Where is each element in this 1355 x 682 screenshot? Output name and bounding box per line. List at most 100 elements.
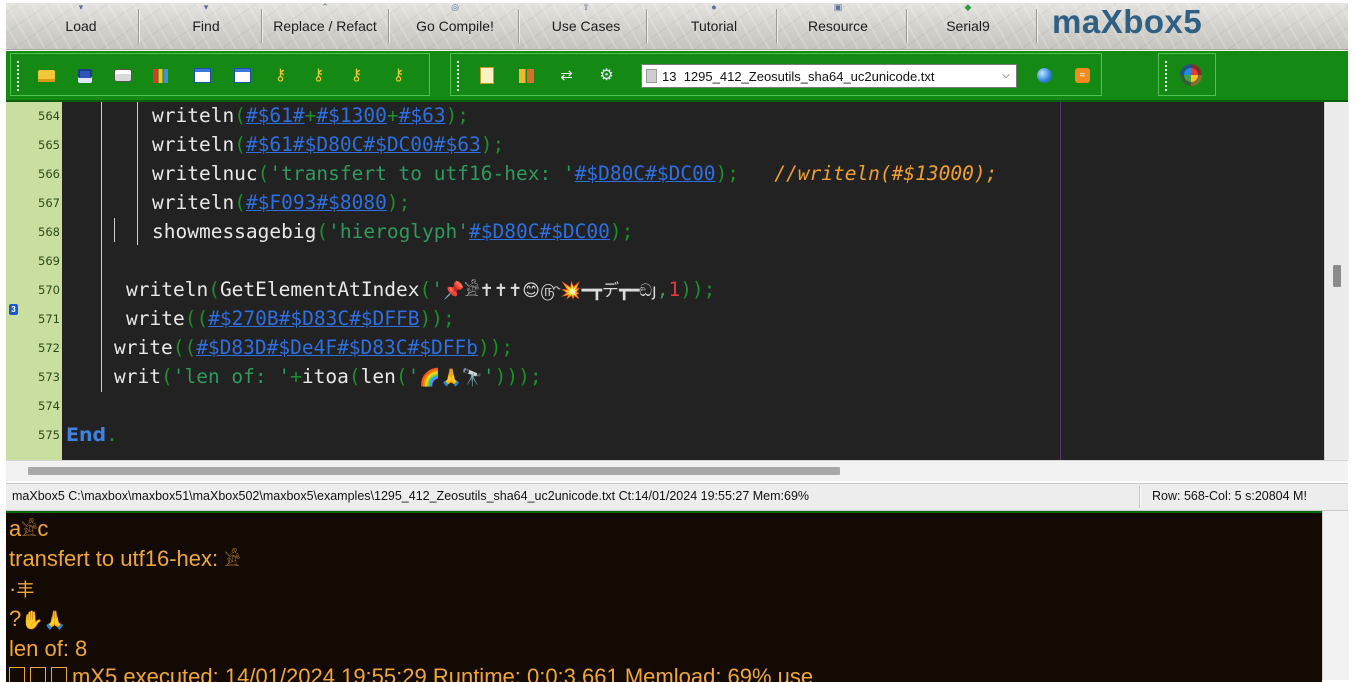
menu-separator <box>388 9 390 43</box>
code-token-fn: itoa <box>301 365 349 388</box>
output-console[interactable]: a𓀀c transfert to utf16-hex: 𓀀 ·丰 ?✋🙏 len… <box>6 511 1322 682</box>
load-button[interactable]: ▾ Load <box>31 3 131 49</box>
code-token-par: ( <box>234 133 246 156</box>
line-number-gutter[interactable]: 3 564 565 566 567 568 569 570 571 572 57… <box>6 102 62 460</box>
code-token-par: ( <box>234 104 246 127</box>
logo-toolbar-group <box>1158 53 1216 96</box>
globe-icon[interactable] <box>1035 66 1054 85</box>
key-icon[interactable]: ⚷ <box>389 66 408 85</box>
right-margin-line <box>1060 102 1061 460</box>
vertical-scroll-thumb[interactable] <box>1333 265 1341 287</box>
code-line[interactable]: writelnuc('transfert to utf16-hex: '#$D8… <box>152 161 997 187</box>
fold-guide <box>101 102 102 392</box>
chart-icon[interactable] <box>151 66 170 85</box>
code-token-str: 'hieroglyph' <box>328 220 470 243</box>
code-token-lit: #$F093#$8080 <box>245 191 387 214</box>
code-token-lit: #$61# <box>245 104 305 127</box>
output-line: len of: 8 <box>9 636 88 661</box>
key-icon[interactable]: ⚷ <box>347 66 366 85</box>
hand-emoji-icon: ✋🙏 <box>21 610 67 631</box>
code-token-emo: 📌𓀀✝✝✝😊௹💥━┳デ┳━ඞյ <box>443 281 657 301</box>
key-icon[interactable]: ⚷ <box>309 66 328 85</box>
code-area[interactable]: writeln(#$61#+#$1300+#$63); writeln(#$61… <box>62 102 1324 460</box>
horizontal-scroll-thumb[interactable] <box>28 467 840 475</box>
tools-toolbar-group: ⇄ ⚙ 13 1295_412_Zeosutils_sha64_uc2unico… <box>450 53 1102 96</box>
code-line[interactable]: writ('len of: '+itoa(len('🌈🙏🔭'))); <box>114 364 542 391</box>
line-number: 568 <box>38 225 60 239</box>
output-line: mX5 executed: 14/01/2024 19:55:29 Runtim… <box>9 663 813 682</box>
menu-separator <box>261 9 263 43</box>
status-cursor-position: Row: 568-Col: 5 s:20804 M! <box>1152 489 1307 503</box>
code-token-lit: #$63 <box>398 104 446 127</box>
code-editor[interactable]: 3 564 565 566 567 568 569 570 571 572 57… <box>6 102 1349 462</box>
code-token-num: 1 <box>668 278 681 301</box>
file-select-marker <box>646 69 657 83</box>
line-number: 574 <box>38 399 60 413</box>
editor-horizontal-scrollbar[interactable] <box>6 460 1348 481</box>
compile-icon: ◎ <box>451 2 459 12</box>
menu-separator <box>1036 9 1038 43</box>
serial9-button[interactable]: ◆ Serial9 <box>918 3 1018 49</box>
code-line[interactable]: write((#$270B#$D83C#$DFFB)); <box>126 306 455 332</box>
key-icon[interactable]: ⚷ <box>271 66 290 85</box>
file-select-index: 13 <box>662 69 677 84</box>
code-token-par: + <box>290 365 302 388</box>
code-token-fn: len <box>360 365 396 388</box>
code-token-str: 'len of: ' <box>172 365 291 388</box>
code-token-str: , <box>656 278 669 301</box>
window-alt-icon[interactable] <box>233 66 252 85</box>
code-line[interactable]: writeln(#$61#+#$1300+#$63); <box>152 103 469 129</box>
toolbar-grip[interactable] <box>1164 60 1168 91</box>
code-token-par: )); <box>477 336 514 359</box>
code-token-lit: #$D80C#$DC00 <box>574 162 716 185</box>
line-number: 566 <box>38 167 60 181</box>
code-line[interactable]: writeln(#$F093#$8080); <box>152 190 410 216</box>
logo-ball-icon[interactable] <box>1179 63 1203 87</box>
code-token-fn: writelnuc <box>152 162 258 185</box>
doc-icon[interactable] <box>477 66 496 85</box>
boxes-icon[interactable] <box>517 66 536 85</box>
arrows-icon[interactable]: ⇄ <box>557 66 576 85</box>
gear-icon[interactable]: ⚙ <box>597 66 616 85</box>
code-line[interactable]: write((#$D83D#$De4F#$D83C#$DFFb)); <box>114 335 513 361</box>
code-token-lit: #$61#$D80C#$DC00#$63 <box>245 133 481 156</box>
find-button[interactable]: ▾ Find <box>156 3 256 49</box>
file-toolbar-group: ⚷ ⚷ ⚷ ⚷ <box>10 53 430 96</box>
code-token-fn: writeln <box>152 133 235 156</box>
print-icon[interactable] <box>113 66 132 85</box>
replace-refact-button[interactable]: ⌃ Replace / Refact <box>264 3 386 49</box>
use-cases-button[interactable]: ⇧ Use Cases <box>536 3 636 49</box>
code-token-lit: #$D80C#$DC00 <box>469 220 610 243</box>
code-line[interactable]: writeln(#$61#$D80C#$DC00#$63); <box>152 132 504 158</box>
code-line[interactable]: End. <box>66 422 118 448</box>
tutorial-button[interactable]: ● Tutorial <box>664 3 764 49</box>
rss-icon[interactable]: ≈ <box>1073 66 1092 85</box>
toolbar-grip[interactable] <box>456 60 460 91</box>
code-line[interactable]: writeln(GetElementAtIndex('📌𓀀✝✝✝😊௹💥━┳デ┳━… <box>126 277 715 304</box>
open-folder-icon[interactable] <box>37 66 56 85</box>
app-brand-logo: maXbox5 <box>1052 3 1203 40</box>
code-token-par: ( <box>208 278 220 301</box>
code-token-fn: writeln <box>126 278 209 301</box>
editor-vertical-scrollbar[interactable] <box>1324 102 1349 460</box>
menu-separator <box>646 9 648 43</box>
save-icon[interactable] <box>75 66 94 85</box>
code-token-fn: write <box>114 336 173 359</box>
window-icon[interactable] <box>193 66 212 85</box>
code-token-par: ( <box>316 220 329 243</box>
toolbar: ⚷ ⚷ ⚷ ⚷ ⇄ ⚙ 13 1295_412_Zeosutils_sha64_… <box>6 51 1348 102</box>
code-token-emo: 🌈🙏🔭 <box>419 368 483 388</box>
file-select-value: 1295_412_Zeosutils_sha64_uc2unicode.txt <box>683 69 935 84</box>
code-token-lit: #$1300 <box>316 104 387 127</box>
go-compile-button[interactable]: ◎ Go Compile! <box>400 3 510 49</box>
code-token-par: ( <box>257 162 270 185</box>
toolbar-grip[interactable] <box>16 60 20 91</box>
console-scrollbar[interactable] <box>1322 511 1349 680</box>
code-token-par: (( <box>184 307 209 330</box>
line-number: 565 <box>38 138 60 152</box>
chevron-down-icon[interactable]: ⌵ <box>997 66 1015 86</box>
resource-button[interactable]: ▣ Resource <box>788 3 888 49</box>
code-line[interactable]: showmessagebig('hieroglyph'#$D80C#$DC00)… <box>152 219 633 245</box>
code-token-par: + <box>304 104 317 127</box>
file-select-dropdown[interactable]: 13 1295_412_Zeosutils_sha64_uc2unicode.t… <box>641 64 1017 88</box>
